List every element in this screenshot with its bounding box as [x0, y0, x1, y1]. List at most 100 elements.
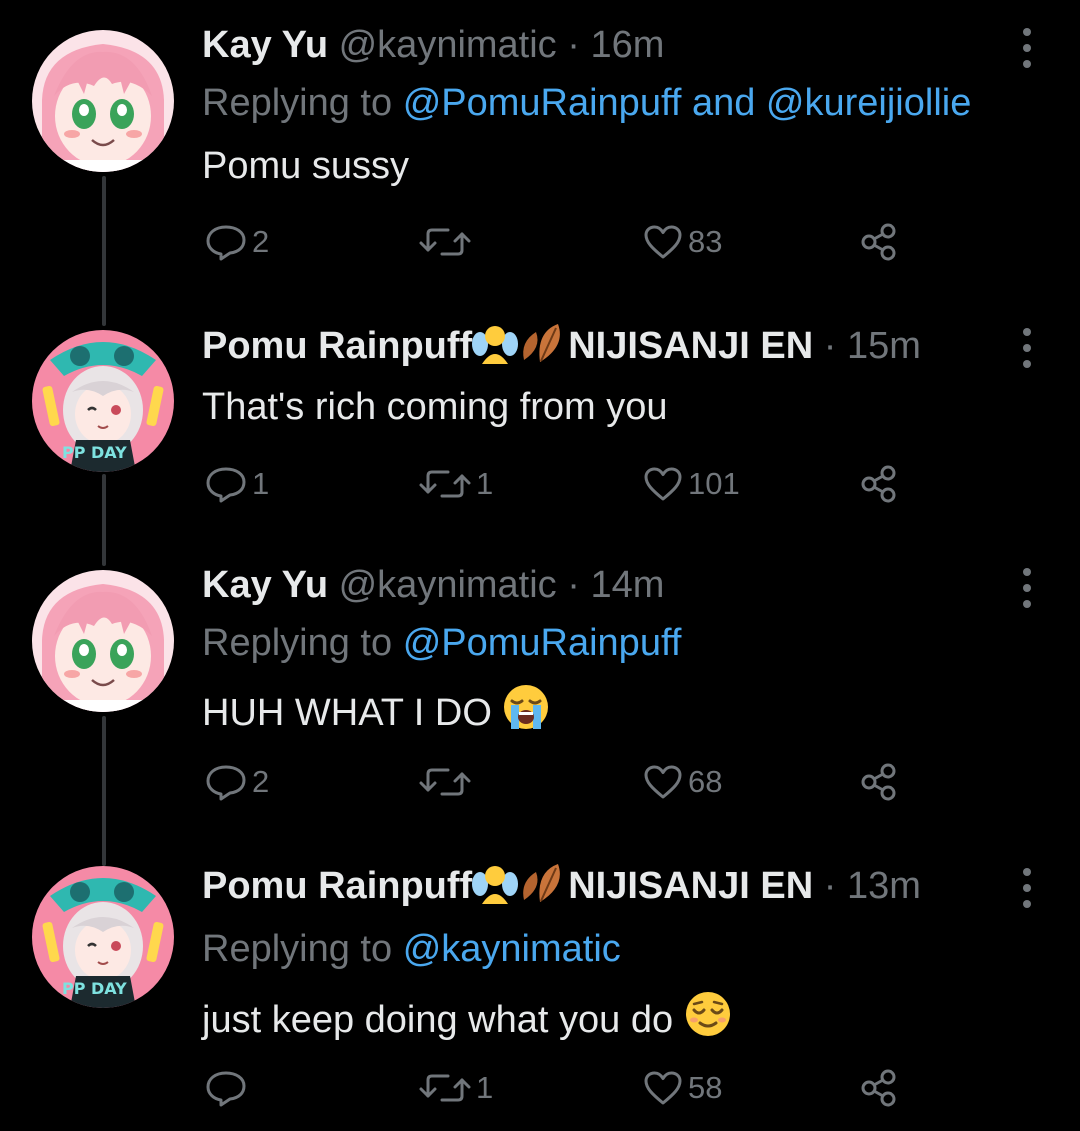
like-button[interactable]: 58 — [642, 1066, 722, 1110]
like-button[interactable]: 101 — [642, 462, 740, 506]
share-button[interactable] — [858, 760, 900, 804]
avatar[interactable] — [32, 30, 174, 172]
heart-icon — [644, 765, 682, 799]
share-icon — [861, 1069, 896, 1107]
display-name[interactable]: Pomu Rainpuff — [202, 325, 472, 367]
like-count: 58 — [688, 1070, 723, 1105]
retweet-count: 1 — [476, 1070, 494, 1105]
tweet-text-content: That's rich coming from you — [202, 386, 668, 428]
tweet[interactable]: PP DAY Pomu Rainpuff NIJISANJI EN · 13m R… — [0, 840, 1080, 1131]
reply-button[interactable]: 2 — [204, 760, 269, 804]
reply-count: 2 — [252, 764, 270, 799]
reply-button[interactable] — [204, 1066, 252, 1110]
reply-icon — [206, 467, 246, 503]
fairy-emoji-icon — [472, 862, 519, 915]
display-name-suffix[interactable]: NIJISANJI EN — [568, 865, 813, 907]
timestamp[interactable]: 15m — [847, 325, 921, 367]
avatar[interactable]: PP DAY — [32, 866, 174, 1008]
tweet-text: HUH WHAT I DO — [202, 683, 550, 742]
reply-icon — [206, 225, 246, 261]
share-icon — [861, 465, 896, 503]
share-button[interactable] — [858, 220, 900, 264]
svg-text:PP DAY: PP DAY — [62, 979, 127, 998]
kay-avatar-image — [32, 570, 174, 712]
timestamp[interactable]: 16m — [590, 24, 664, 66]
more-options-icon[interactable] — [1012, 26, 1042, 70]
like-button[interactable]: 68 — [642, 760, 722, 804]
retweet-icon — [419, 768, 471, 796]
avatar[interactable]: PP DAY — [32, 330, 174, 472]
like-button[interactable]: 83 — [642, 220, 722, 264]
separator-dot: · — [823, 325, 837, 367]
share-button[interactable] — [858, 1066, 900, 1110]
leaves-emoji-icon — [518, 322, 568, 375]
retweet-button[interactable] — [418, 760, 476, 804]
tweet[interactable]: PP DAY Pomu Rainpuff NIJISANJI EN · 15m T… — [0, 300, 1080, 540]
handle[interactable]: @kaynimatic — [339, 564, 557, 606]
avatar[interactable] — [32, 570, 174, 712]
heart-icon — [644, 1071, 682, 1105]
kay-avatar-image — [32, 30, 174, 172]
share-button[interactable] — [858, 462, 900, 506]
action-bar: 1 1 101 — [202, 462, 922, 506]
relieved-face-emoji-icon — [684, 990, 732, 1049]
more-options-icon[interactable] — [1012, 326, 1042, 370]
heart-icon — [644, 225, 682, 259]
retweet-button[interactable]: 1 — [418, 462, 493, 506]
retweet-count: 1 — [476, 466, 494, 501]
fairy-emoji-icon — [472, 322, 519, 375]
tweet[interactable]: Kay Yu @kaynimatic · 16m Replying to @Po… — [0, 0, 1080, 300]
timestamp[interactable]: 14m — [590, 564, 664, 606]
display-name[interactable]: Kay Yu — [202, 24, 328, 66]
reply-button[interactable]: 2 — [204, 220, 269, 264]
mention-joiner: and — [691, 82, 756, 124]
retweet-button[interactable] — [418, 220, 476, 264]
share-icon — [861, 763, 896, 801]
display-name-suffix[interactable]: NIJISANJI EN — [568, 325, 813, 367]
more-options-icon[interactable] — [1012, 866, 1042, 910]
separator-dot: · — [567, 564, 580, 606]
tweet-text-content: HUH WHAT I DO — [202, 692, 492, 734]
replying-to: Replying to @PomuRainpuff and @kureijiol… — [202, 80, 971, 126]
tweet-header: Pomu Rainpuff NIJISANJI EN · 13m — [202, 862, 921, 915]
retweet-icon — [419, 228, 471, 256]
replying-to: Replying to @PomuRainpuff — [202, 620, 681, 666]
mention-link[interactable]: @kureijiollie — [766, 82, 971, 124]
tweet[interactable]: Kay Yu @kaynimatic · 14m Replying to @Po… — [0, 540, 1080, 840]
like-count: 83 — [688, 224, 723, 259]
svg-text:PP DAY: PP DAY — [62, 443, 127, 462]
loudly-crying-face-emoji-icon — [502, 683, 550, 742]
tweet-header: Pomu Rainpuff NIJISANJI EN · 15m — [202, 322, 921, 375]
mention-link[interactable]: @PomuRainpuff — [403, 622, 682, 664]
replying-label: Replying to — [202, 622, 393, 664]
mention-link[interactable]: @kaynimatic — [403, 928, 621, 970]
share-icon — [861, 223, 896, 261]
replying-to: Replying to @kaynimatic — [202, 926, 621, 972]
like-count: 68 — [688, 764, 723, 799]
replying-label: Replying to — [202, 928, 393, 970]
mention-link[interactable]: @PomuRainpuff — [403, 82, 682, 124]
tweet-text-content: Pomu sussy — [202, 145, 409, 187]
reply-icon — [206, 1071, 246, 1107]
replying-label: Replying to — [202, 82, 393, 124]
pomu-avatar-image: PP DAY — [32, 330, 174, 472]
reply-button[interactable]: 1 — [204, 462, 269, 506]
retweet-icon — [419, 1074, 471, 1102]
display-name[interactable]: Pomu Rainpuff — [202, 865, 472, 907]
separator-dot: · — [823, 865, 837, 907]
separator-dot: · — [567, 24, 580, 66]
action-bar: 2 68 — [202, 760, 922, 804]
tweet-text: That's rich coming from you — [202, 384, 668, 430]
more-options-icon[interactable] — [1012, 566, 1042, 610]
handle[interactable]: @kaynimatic — [339, 24, 557, 66]
like-count: 101 — [688, 466, 740, 501]
display-name[interactable]: Kay Yu — [202, 564, 328, 606]
tweet-text: Pomu sussy — [202, 143, 409, 189]
retweet-icon — [419, 470, 471, 498]
timestamp[interactable]: 13m — [847, 865, 921, 907]
tweet-header: Kay Yu @kaynimatic · 14m — [202, 562, 664, 608]
retweet-button[interactable]: 1 — [418, 1066, 493, 1110]
leaves-emoji-icon — [518, 862, 568, 915]
action-bar: 2 83 — [202, 220, 922, 264]
tweet-text: just keep doing what you do — [202, 990, 732, 1049]
